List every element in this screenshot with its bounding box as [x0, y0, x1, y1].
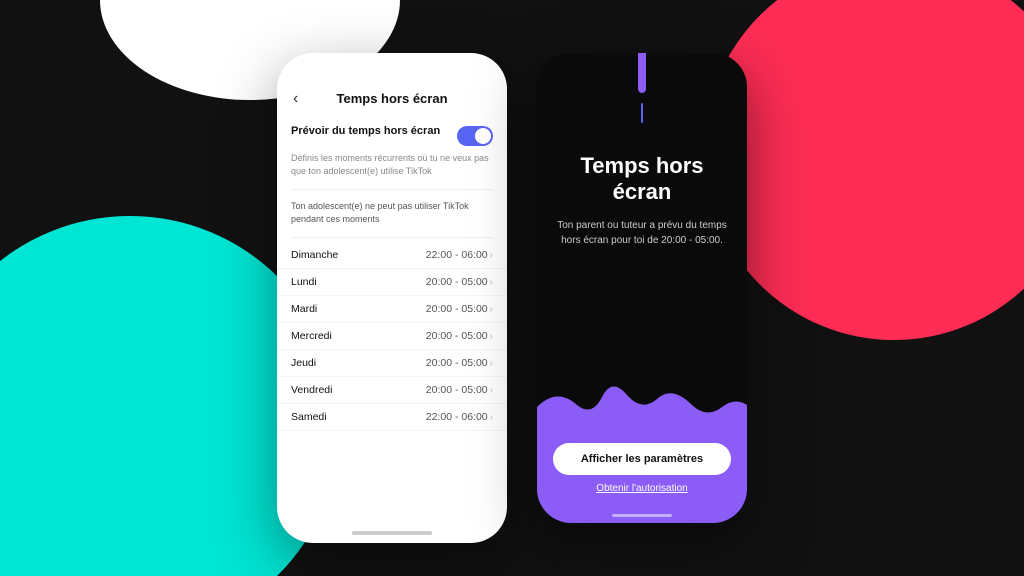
home-indicator-left — [352, 531, 432, 535]
phones-container: ‹ Temps hors écran Prévoir du temps hors… — [0, 0, 1024, 576]
right-main-title: Temps hors écran — [580, 153, 703, 206]
toggle-subtitle: Définis les moments récurrents où tu ne … — [277, 152, 507, 185]
afficher-button[interactable]: Afficher les paramètres — [553, 443, 731, 475]
schedule-list: Dimanche 22:00 - 06:00 › Lundi 20:00 - 0… — [277, 242, 507, 431]
chevron-icon: › — [490, 331, 493, 342]
schedule-item[interactable]: Samedi 22:00 - 06:00 › — [277, 404, 507, 431]
phone-left: ‹ Temps hors écran Prévoir du temps hors… — [277, 53, 507, 543]
notice-text: Ton adolescent(e) ne peut pas utiliser T… — [277, 194, 507, 233]
time-label: 20:00 - 05:00 › — [426, 303, 493, 315]
schedule-item[interactable]: Mercredi 20:00 - 05:00 › — [277, 323, 507, 350]
chevron-icon: › — [490, 277, 493, 288]
day-label: Mercredi — [291, 330, 332, 342]
chevron-icon: › — [490, 304, 493, 315]
chevron-icon: › — [490, 412, 493, 423]
obtenir-link[interactable]: Obtenir l'autorisation — [596, 483, 687, 494]
screen-icon — [641, 103, 643, 123]
time-label: 22:00 - 06:00 › — [426, 411, 493, 423]
phone-right-top: Temps hors écran Ton parent ou tuteur a … — [537, 53, 747, 377]
time-label: 20:00 - 05:00 › — [426, 330, 493, 342]
phone-left-title: Temps hors écran — [336, 91, 447, 106]
schedule-item[interactable]: Jeudi 20:00 - 05:00 › — [277, 350, 507, 377]
day-label: Samedi — [291, 411, 327, 423]
schedule-item[interactable]: Lundi 20:00 - 05:00 › — [277, 269, 507, 296]
notch-left — [352, 53, 432, 75]
time-label: 20:00 - 05:00 › — [426, 276, 493, 288]
day-label: Mardi — [291, 303, 317, 315]
chevron-icon: › — [490, 358, 493, 369]
phone-header: ‹ Temps hors écran — [277, 83, 507, 114]
time-label: 22:00 - 06:00 › — [426, 249, 493, 261]
splash-area — [537, 377, 747, 427]
toggle-label: Prévoir du temps hors écran — [291, 124, 449, 138]
divider-2 — [291, 237, 493, 238]
day-label: Lundi — [291, 276, 317, 288]
toggle-switch[interactable] — [457, 126, 493, 146]
day-label: Jeudi — [291, 357, 316, 369]
time-label: 20:00 - 05:00 › — [426, 384, 493, 396]
toggle-row: Prévoir du temps hors écran — [277, 114, 507, 152]
schedule-item[interactable]: Mardi 20:00 - 05:00 › — [277, 296, 507, 323]
time-label: 20:00 - 05:00 › — [426, 357, 493, 369]
phone-left-content: ‹ Temps hors écran Prévoir du temps hors… — [277, 53, 507, 543]
home-bar-right — [612, 514, 672, 517]
wave-svg — [537, 377, 747, 427]
drip-decoration — [638, 53, 646, 93]
divider-1 — [291, 189, 493, 190]
phone-right: Temps hors écran Ton parent ou tuteur a … — [537, 53, 747, 523]
schedule-item[interactable]: Vendredi 20:00 - 05:00 › — [277, 377, 507, 404]
schedule-item[interactable]: Dimanche 22:00 - 06:00 › — [277, 242, 507, 269]
chevron-icon: › — [490, 250, 493, 261]
home-indicator-right-wrapper — [537, 514, 747, 523]
day-label: Dimanche — [291, 249, 338, 261]
phone-right-bottom: Afficher les paramètres Obtenir l'autori… — [537, 427, 747, 514]
chevron-icon: › — [490, 385, 493, 396]
back-arrow-icon[interactable]: ‹ — [293, 90, 298, 108]
day-label: Vendredi — [291, 384, 332, 396]
right-subtitle: Ton parent ou tuteur a prévu du temps ho… — [557, 218, 727, 248]
